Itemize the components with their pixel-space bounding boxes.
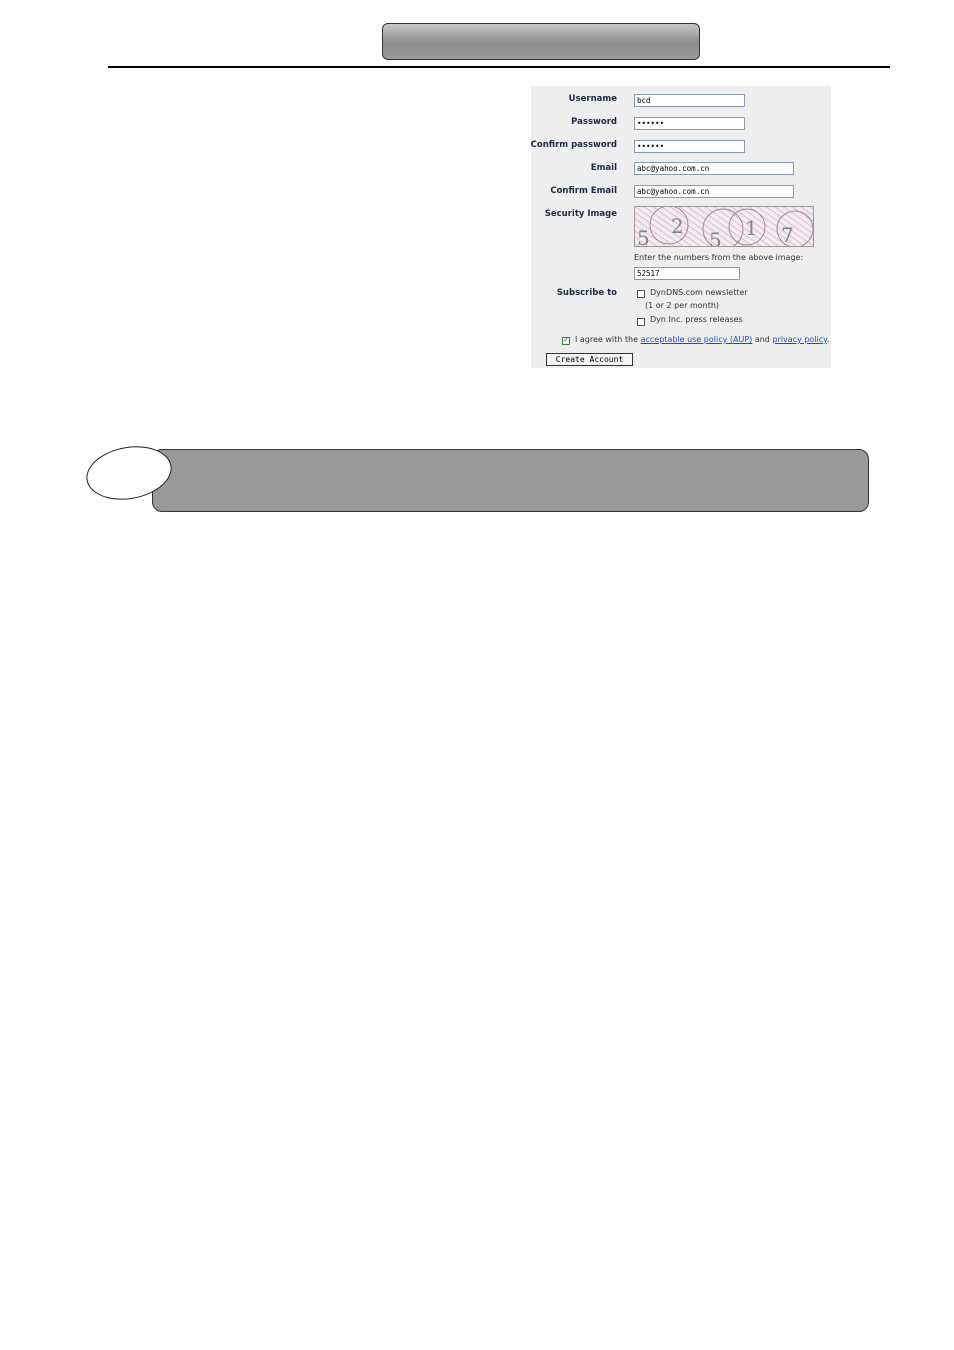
subscribe-label: Subscribe to	[556, 288, 617, 298]
captcha-hint: Enter the numbers from the above image:	[634, 253, 804, 262]
privacy-policy-link[interactable]: privacy policy	[772, 335, 826, 344]
captcha-digit: 5	[637, 226, 650, 247]
email-input[interactable]: abc@yahoo.com.cn	[634, 162, 794, 175]
confirm-email-label: Confirm Email	[550, 186, 617, 196]
captcha-input[interactable]: 52517	[634, 267, 740, 280]
confirm-password-label: Confirm password	[530, 140, 617, 150]
registration-form: Username bcd Password •••••• Confirm pas…	[531, 86, 831, 368]
captcha-digit: 2	[671, 214, 684, 238]
header-rule	[108, 66, 890, 68]
create-account-button[interactable]: Create Account	[546, 353, 633, 366]
aup-link[interactable]: acceptable use policy (AUP)	[641, 335, 753, 344]
password-label: Password	[571, 117, 617, 127]
agree-prefix: I agree with the	[575, 335, 639, 344]
username-label: Username	[568, 94, 617, 104]
newsletter-label: DynDNS.com newsletter	[650, 288, 748, 297]
captcha-digit: 7	[781, 223, 794, 247]
section-banner	[152, 449, 869, 512]
email-label: Email	[590, 163, 617, 173]
confirm-email-input[interactable]: abc@yahoo.com.cn	[634, 185, 794, 198]
security-image-label: Security Image	[544, 209, 617, 219]
captcha-image: 5 2 5 1 7	[634, 206, 814, 247]
press-releases-label: Dyn Inc. press releases	[650, 315, 743, 324]
agree-and: and	[754, 335, 770, 344]
password-input[interactable]: ••••••	[634, 117, 745, 130]
press-releases-checkbox[interactable]	[637, 318, 645, 326]
captcha-digit: 1	[745, 216, 758, 240]
username-input[interactable]: bcd	[634, 94, 745, 107]
agree-suffix: .	[826, 335, 830, 344]
agree-checkbox[interactable]	[562, 335, 570, 345]
section-header-tab	[382, 23, 700, 60]
newsletter-frequency: (1 or 2 per month)	[645, 301, 720, 310]
confirm-password-input[interactable]: ••••••	[634, 140, 745, 153]
captcha-digit: 5	[709, 228, 722, 247]
newsletter-checkbox[interactable]	[637, 290, 645, 298]
agree-text: I agree with the acceptable use policy (…	[575, 335, 829, 344]
